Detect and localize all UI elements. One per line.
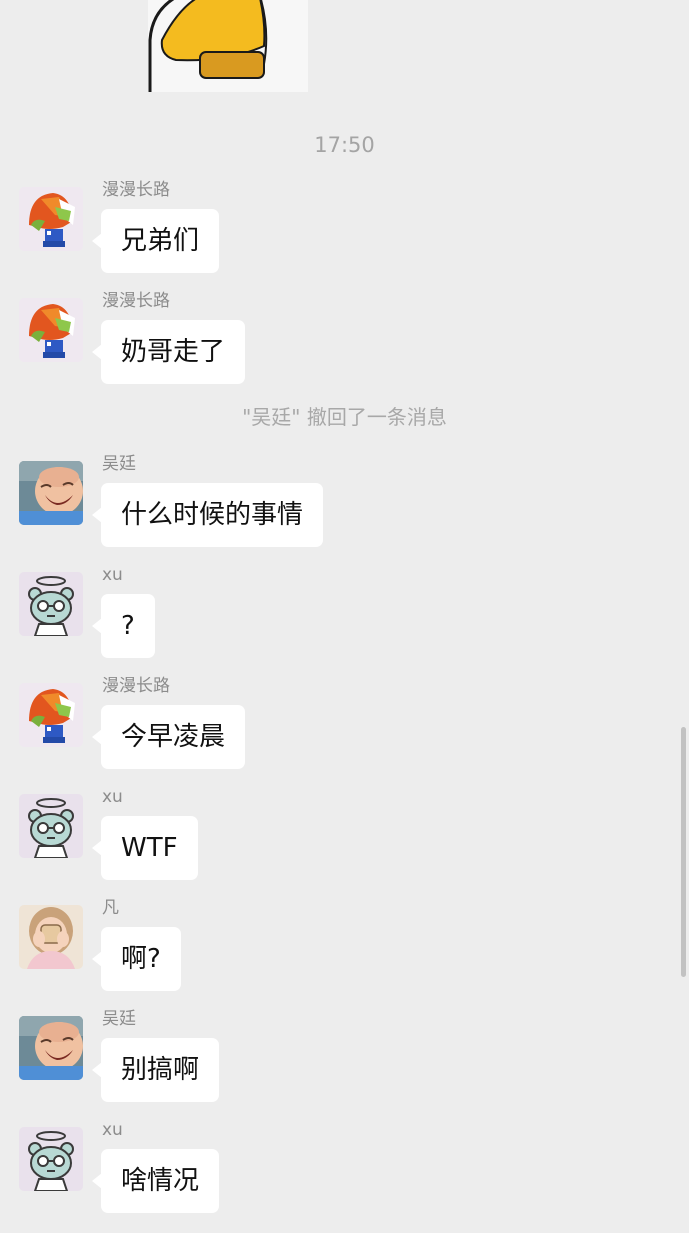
pixel-bird-avatar-icon[interactable] — [19, 683, 83, 747]
sender-name: 漫漫长路 — [102, 291, 170, 311]
recall-notice: "吴廷" 撤回了一条消息 — [242, 405, 447, 429]
laughing-baby-avatar-icon[interactable] — [19, 1016, 83, 1080]
pixel-bird-avatar-icon[interactable] — [19, 187, 83, 251]
sender-name: xu — [102, 1120, 123, 1140]
message-bubble[interactable]: 啊? — [92, 927, 181, 991]
message-item: 吴廷 什么时候的事情 — [19, 454, 679, 567]
message-bubble[interactable]: ? — [92, 594, 155, 658]
chat-timestamp: 17:50 — [314, 133, 375, 157]
angel-bear-avatar-icon[interactable] — [19, 794, 83, 858]
message-item: 吴廷 别搞啊 — [19, 1009, 679, 1122]
pixel-bird-avatar-icon[interactable] — [19, 298, 83, 362]
message-item: 漫漫长路 兄弟们 — [19, 180, 679, 293]
message-item: 漫漫长路 奶哥走了 — [19, 291, 679, 404]
sender-name: 凡 — [102, 898, 119, 918]
girl-photo-avatar-icon[interactable] — [19, 905, 83, 969]
laughing-baby-avatar-icon[interactable] — [19, 461, 83, 525]
message-item: 凡 啊? — [19, 898, 679, 1011]
message-bubble[interactable]: 什么时候的事情 — [91, 483, 324, 547]
sender-name: 漫漫长路 — [102, 180, 170, 200]
message-item: xu 啥情况 — [19, 1120, 679, 1233]
message-bubble[interactable]: 别搞啊 — [91, 1038, 220, 1102]
message-bubble[interactable]: 兄弟们 — [91, 209, 220, 273]
message-bubble[interactable]: 今早凌晨 — [91, 705, 246, 769]
angel-bear-avatar-icon[interactable] — [19, 1127, 83, 1191]
sticker-image[interactable] — [148, 0, 308, 92]
angel-bear-avatar-icon[interactable] — [19, 572, 83, 636]
message-bubble[interactable]: WTF — [92, 816, 198, 880]
scrollbar[interactable] — [681, 727, 686, 977]
sender-name: xu — [102, 565, 123, 585]
message-item: 漫漫长路 今早凌晨 — [19, 676, 679, 789]
message-bubble[interactable]: 奶哥走了 — [91, 320, 246, 384]
sender-name: 吴廷 — [102, 1009, 136, 1029]
sender-name: 吴廷 — [102, 454, 136, 474]
message-bubble[interactable]: 啥情况 — [91, 1149, 220, 1213]
message-item: xu WTF — [19, 787, 679, 900]
sender-name: xu — [102, 787, 123, 807]
message-item: xu ? — [19, 565, 679, 678]
sender-name: 漫漫长路 — [102, 676, 170, 696]
